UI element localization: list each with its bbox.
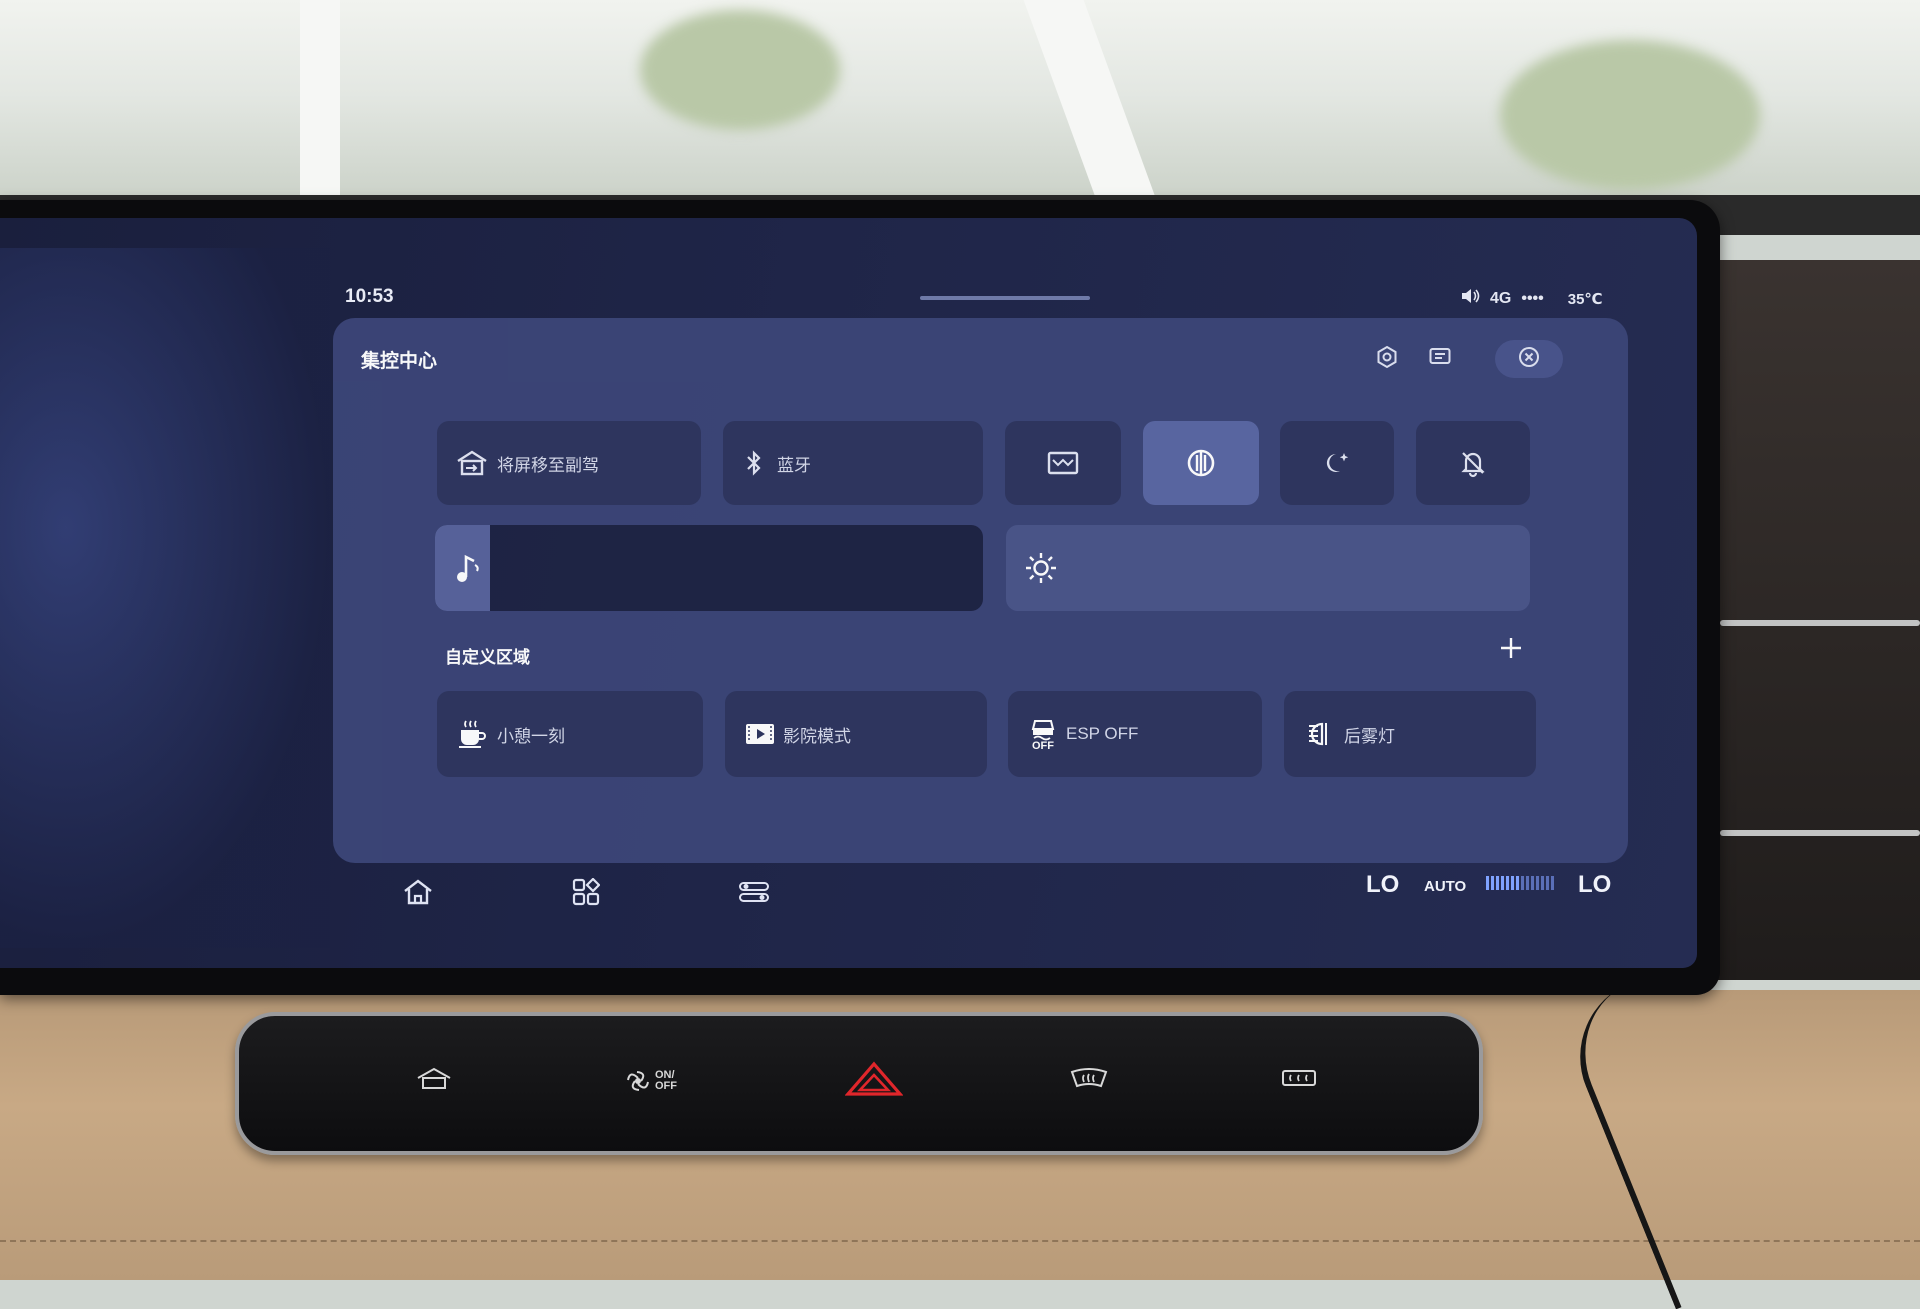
esp-off-badge: OFF <box>1032 740 1054 752</box>
hw-home-button[interactable] <box>399 1056 469 1106</box>
fan-level-tick <box>1486 876 1489 890</box>
infotainment-screen: 10:53 4G •••• 35℃ 集控中心 将屏移至副驾 蓝牙 自定义区域 小… <box>0 218 1697 968</box>
dock-controls-button[interactable] <box>724 872 784 916</box>
network-label: 4G <box>1490 289 1512 307</box>
message-icon <box>1428 345 1452 374</box>
signal-strength: •••• <box>1521 289 1544 307</box>
hw-fan-button[interactable]: ON/ OFF <box>609 1056 699 1106</box>
cinema-icon <box>745 722 775 746</box>
home-icon <box>402 878 434 911</box>
status-indicators: 4G •••• 35℃ <box>1460 288 1603 309</box>
apps-grid-icon <box>572 876 601 911</box>
bluetooth-tile[interactable]: 蓝牙 <box>723 421 983 505</box>
tile-label: 小憩一刻 <box>497 726 565 746</box>
add-custom-button[interactable] <box>1491 630 1531 670</box>
plus-icon <box>1499 636 1523 665</box>
volume-slider[interactable] <box>435 525 983 611</box>
hazard-icon <box>844 1061 904 1102</box>
fan-level-tick <box>1491 876 1494 890</box>
hazard-button[interactable] <box>839 1056 909 1106</box>
brightness-slider[interactable] <box>1006 525 1530 611</box>
fan-level-tick <box>1526 876 1529 890</box>
close-button[interactable] <box>1495 340 1563 378</box>
tile-label: 后雾灯 <box>1344 726 1395 746</box>
image-mode-icon <box>1047 450 1079 476</box>
close-icon <box>1517 345 1541 374</box>
fan-level-tick <box>1511 876 1514 890</box>
fan-level-tick <box>1506 876 1509 890</box>
fan-level-tick <box>1521 876 1524 890</box>
climate-mode[interactable]: AUTO <box>1424 878 1466 895</box>
wallpaper <box>0 248 330 948</box>
rear-fog-icon <box>1306 721 1334 747</box>
fan-level-tick <box>1531 876 1534 890</box>
steering-mode-tile[interactable] <box>1143 421 1259 505</box>
night-mode-tile[interactable] <box>1280 421 1394 505</box>
music-note-icon <box>453 553 483 590</box>
mute-tile[interactable] <box>1416 421 1530 505</box>
fan-level-tick <box>1496 876 1499 890</box>
tile-label: ESP OFF <box>1066 724 1139 743</box>
dock-apps-button[interactable] <box>556 872 616 916</box>
esp-off-icon: OFF <box>1030 717 1056 752</box>
screen-move-icon <box>455 449 489 477</box>
cinema-mode-tile[interactable]: 影院模式 <box>725 691 987 777</box>
fan-level-tick <box>1546 876 1549 890</box>
gear-icon <box>1375 345 1399 374</box>
rear-fog-light-tile[interactable]: 后雾灯 <box>1284 691 1536 777</box>
tile-label: 蓝牙 <box>777 455 811 475</box>
coffee-icon <box>457 718 487 750</box>
toggles-icon <box>738 880 770 909</box>
windshield-background <box>0 0 1920 210</box>
settings-button[interactable] <box>1368 340 1406 378</box>
night-mode-icon <box>1322 448 1352 478</box>
volume-icon <box>1460 288 1480 309</box>
panel-title: 集控中心 <box>361 351 438 372</box>
tile-label: 影院模式 <box>783 726 851 746</box>
front-defrost-icon <box>1069 1066 1109 1097</box>
rear-defrost-icon <box>1279 1067 1319 1096</box>
fan-level-tick <box>1536 876 1539 890</box>
dock-home-button[interactable] <box>388 872 448 916</box>
fan-level-tick <box>1501 876 1504 890</box>
fan-on-off-label: ON/ OFF <box>655 1069 677 1092</box>
message-button[interactable] <box>1421 340 1459 378</box>
home-screen-icon <box>414 1067 454 1096</box>
outside-temperature: 35℃ <box>1567 290 1603 308</box>
fan-icon: ON/ OFF <box>623 1069 685 1093</box>
fan-level-tick <box>1541 876 1544 890</box>
rest-mode-tile[interactable]: 小憩一刻 <box>437 691 703 777</box>
front-defrost-button[interactable] <box>1054 1056 1124 1106</box>
tile-label: 将屏移至副驾 <box>497 455 599 475</box>
fan-level-tick <box>1516 876 1519 890</box>
air-vent <box>1700 260 1920 980</box>
custom-section-label: 自定义区域 <box>445 648 530 667</box>
driver-temperature[interactable]: LO <box>1366 871 1399 899</box>
image-mode-tile[interactable] <box>1005 421 1121 505</box>
esp-off-tile[interactable]: OFF ESP OFF <box>1008 691 1262 777</box>
control-center-panel: 集控中心 将屏移至副驾 蓝牙 自定义区域 小憩一刻 影院模式 OFF ESP O… <box>333 318 1628 863</box>
move-screen-to-passenger-tile[interactable]: 将屏移至副驾 <box>437 421 701 505</box>
fan-speed-bar[interactable] <box>1484 861 1558 911</box>
physical-button-strip: ON/ OFF <box>235 1012 1483 1155</box>
steering-icon <box>1186 448 1216 478</box>
status-time: 10:53 <box>345 286 394 307</box>
pull-down-handle[interactable] <box>920 296 1090 300</box>
passenger-temperature[interactable]: LO <box>1578 871 1611 899</box>
fan-level-tick <box>1551 876 1554 890</box>
bluetooth-icon <box>745 449 763 477</box>
mute-bell-icon <box>1458 448 1488 478</box>
rear-defrost-button[interactable] <box>1264 1056 1334 1106</box>
sun-icon <box>1024 551 1058 590</box>
